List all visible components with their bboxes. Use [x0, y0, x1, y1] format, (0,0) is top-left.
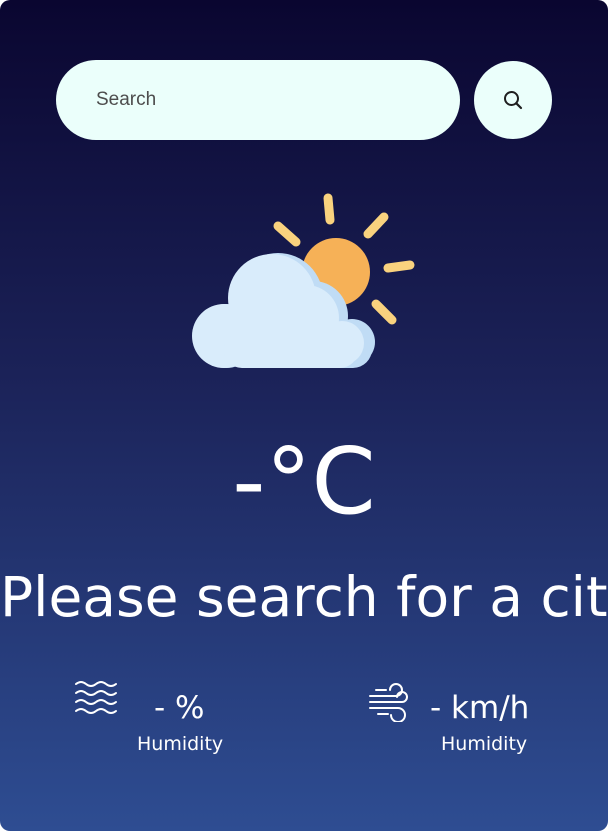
- wind-speed-value: - km/h: [430, 690, 530, 726]
- search-button[interactable]: [474, 61, 552, 139]
- weather-card: -°C Please search for a city - % Humidit…: [0, 0, 608, 831]
- water-waves-icon: [75, 681, 117, 714]
- wind-label: Humidity: [441, 733, 528, 755]
- sun-behind-cloud-icon: [192, 193, 415, 368]
- search-input[interactable]: [56, 60, 460, 140]
- city-name: Please search for a city: [0, 565, 608, 629]
- humidity-detail: - % Humidity: [74, 680, 274, 760]
- search-icon: [504, 91, 523, 110]
- humidity-value: - %: [154, 690, 205, 726]
- wind-icon: [369, 683, 408, 722]
- temperature: -°C: [232, 428, 376, 535]
- humidity-label: Humidity: [137, 733, 224, 755]
- wind-detail: - km/h Humidity: [368, 680, 568, 760]
